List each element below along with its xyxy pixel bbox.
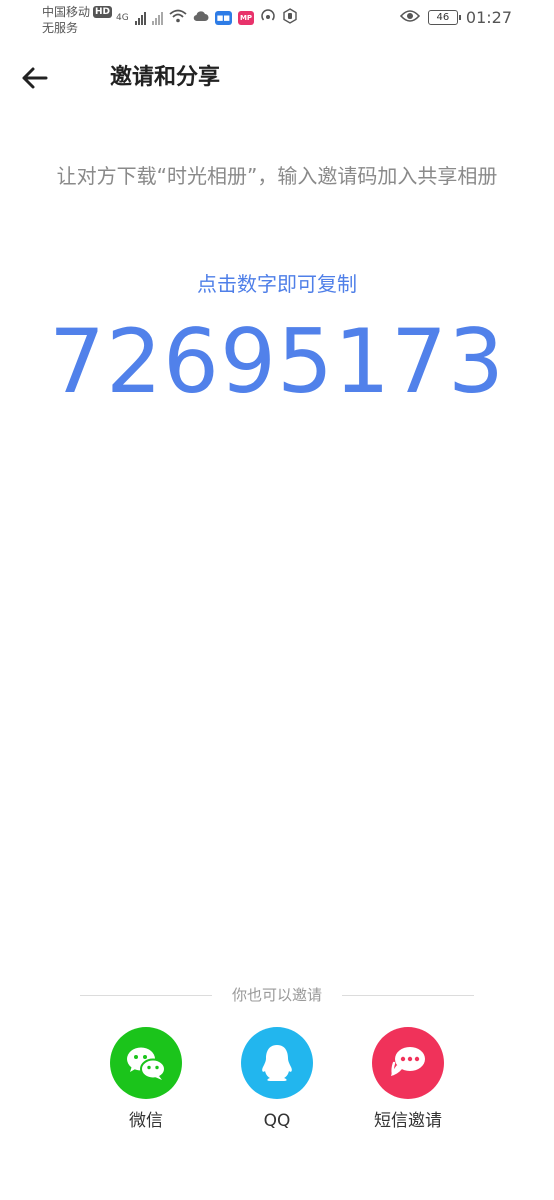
share-qq-button[interactable]: QQ — [222, 1027, 332, 1133]
back-arrow-icon — [22, 67, 48, 89]
invite-code[interactable]: 72695173 — [0, 312, 554, 412]
status-bar: 中国移动 HD 无服务 4G ■■ MP 46 01:27 — [0, 0, 554, 44]
wifi-icon — [169, 9, 187, 26]
instruction-text: 让对方下载“时光相册”，输入邀请码加入共享相册 — [56, 164, 498, 188]
hotspot-icon — [260, 8, 276, 27]
hd-badge: HD — [93, 6, 113, 18]
wechat-circle — [110, 1027, 182, 1099]
battery-level: 46 — [436, 12, 450, 23]
sms-icon — [391, 1047, 425, 1076]
copy-hint: 点击数字即可复制 — [197, 272, 357, 296]
divider-right — [342, 995, 474, 996]
service-status: 无服务 — [42, 21, 79, 35]
gesture-icon — [282, 8, 298, 27]
back-button[interactable] — [18, 62, 50, 94]
sms-circle — [372, 1027, 444, 1099]
network-type: 4G — [116, 12, 129, 23]
share-sms-button[interactable]: 短信邀请 — [353, 1027, 463, 1133]
wechat-icon — [127, 1047, 166, 1080]
share-sms-label: 短信邀请 — [374, 1111, 442, 1131]
share-qq-label: QQ — [263, 1111, 291, 1131]
qq-circle — [241, 1027, 313, 1099]
cloud-icon — [193, 10, 209, 25]
eye-icon — [399, 9, 420, 26]
carrier-info: 中国移动 HD 无服务 — [42, 4, 113, 36]
signal-icon — [134, 11, 146, 25]
divider-left — [80, 995, 212, 996]
mp-app-icon: MP — [237, 10, 255, 25]
app-notification-icon: ■■ — [214, 10, 232, 25]
share-wechat-button[interactable]: 微信 — [91, 1027, 201, 1133]
status-right: 46 01:27 — [399, 8, 512, 27]
clock: 01:27 — [465, 8, 512, 27]
battery-icon: 46 — [427, 10, 461, 25]
invite-share-page: 中国移动 HD 无服务 4G ■■ MP 46 01:27 邀请和分享 让对方下… — [0, 0, 554, 1200]
carrier-name: 中国移动 — [42, 5, 91, 19]
qq-icon — [262, 1045, 292, 1081]
status-icons: 4G ■■ MP — [116, 8, 298, 27]
share-wechat-label: 微信 — [129, 1111, 163, 1131]
share-caption: 你也可以邀请 — [231, 986, 322, 1004]
signal-none-icon — [151, 11, 163, 25]
page-title: 邀请和分享 — [110, 65, 221, 90]
